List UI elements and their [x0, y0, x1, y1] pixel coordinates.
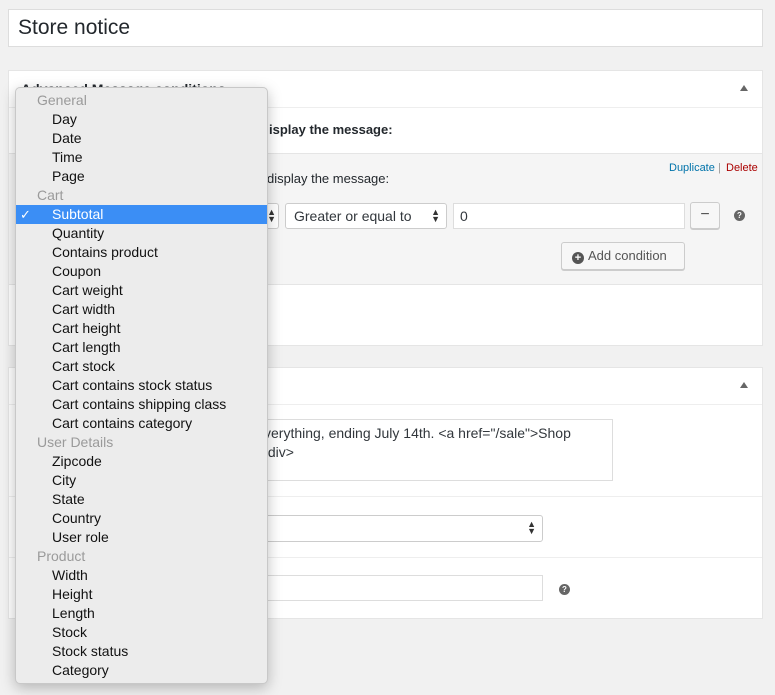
dropdown-group-label: User Details — [37, 434, 114, 450]
conditions-intro-text: isplay the message: — [269, 122, 393, 137]
dropdown-option[interactable]: Cart stock — [16, 357, 267, 376]
dropdown-option[interactable]: ✓ Subtotal — [16, 205, 267, 224]
delete-group-link[interactable]: Delete — [726, 162, 758, 174]
duplicate-group-link[interactable]: Duplicate — [669, 162, 715, 174]
dropdown-option[interactable]: Cart contains shipping class — [16, 395, 267, 414]
message-textarea[interactable] — [259, 419, 613, 481]
dropdown-option-label: Stock — [52, 624, 88, 640]
condition-type-dropdown-menu: General Day Date Time Page Cart ✓ Subtotal Quant… — [15, 87, 268, 684]
dropdown-option-label: Cart weight — [52, 282, 123, 298]
dropdown-option[interactable]: Country — [16, 509, 267, 528]
dropdown-option[interactable]: City — [16, 471, 267, 490]
dropdown-option[interactable]: Date — [16, 129, 267, 148]
dropdown-option-label: Date — [52, 130, 82, 146]
dropdown-option-label: Cart height — [52, 320, 121, 336]
dropdown-option-label: Page — [52, 168, 85, 184]
dropdown-option[interactable]: Width — [16, 566, 267, 585]
help-icon[interactable]: ? — [559, 584, 570, 595]
dropdown-option-label: State — [52, 491, 85, 507]
dropdown-option-label: Time — [52, 149, 83, 165]
select-arrows-icon: ▲ ▼ — [267, 207, 276, 224]
dropdown-option-label: Contains product — [52, 244, 158, 260]
dropdown-option-label: Cart contains category — [52, 415, 193, 431]
dropdown-option-label: Height — [52, 586, 93, 602]
dropdown-option-label: Width — [52, 567, 88, 583]
dropdown-option-label: Subtotal — [52, 206, 104, 222]
help-icon[interactable]: ? — [734, 210, 745, 221]
post-title-input[interactable]: Store notice — [8, 9, 763, 47]
dropdown-option[interactable]: Length — [16, 604, 267, 623]
dropdown-option-label: Stock status — [52, 643, 129, 659]
dropdown-group-label: Product — [37, 548, 86, 564]
dropdown-option[interactable]: Cart width — [16, 300, 267, 319]
remove-condition-button[interactable]: − — [690, 202, 720, 229]
link-separator: | — [718, 162, 721, 174]
dropdown-option-label: Zipcode — [52, 453, 102, 469]
condition-operator-value: Greater or equal to — [294, 208, 412, 224]
dropdown-option[interactable]: Stock — [16, 623, 267, 642]
dropdown-option[interactable]: Category — [16, 661, 267, 680]
dropdown-option[interactable]: Cart height — [16, 319, 267, 338]
dropdown-option[interactable]: Zipcode — [16, 452, 267, 471]
dropdown-option[interactable]: Height — [16, 585, 267, 604]
add-condition-label: Add condition — [588, 248, 667, 263]
dropdown-option-label: Country — [52, 510, 102, 526]
dropdown-option-label: City — [52, 472, 77, 488]
condition-value-input[interactable]: 0 — [453, 203, 685, 229]
dropdown-option[interactable]: Cart weight — [16, 281, 267, 300]
add-condition-button[interactable]: + Add condition — [561, 242, 685, 270]
dropdown-option[interactable]: Cart contains stock status — [16, 376, 267, 395]
dropdown-option-label: Coupon — [52, 263, 102, 279]
dropdown-option[interactable]: Day — [16, 110, 267, 129]
condition-group-intro: display the message: — [267, 171, 390, 186]
dropdown-option-label: Cart width — [52, 301, 116, 317]
dropdown-option[interactable]: Time — [16, 148, 267, 167]
collapse-toggle-icon[interactable] — [740, 85, 748, 91]
dropdown-option-label: Cart contains stock status — [52, 377, 213, 393]
dropdown-option-label: Day — [52, 111, 77, 127]
dropdown-group-label: Cart — [37, 187, 64, 203]
select-arrows-icon: ▲ ▼ — [431, 207, 440, 224]
dropdown-option-label: User role — [52, 529, 109, 545]
dropdown-option[interactable]: Coupon — [16, 262, 267, 281]
dropdown-option-label: Cart length — [52, 339, 121, 355]
dropdown-option[interactable]: Page — [16, 167, 267, 186]
dropdown-option[interactable]: State — [16, 490, 267, 509]
dropdown-option[interactable]: Stock status — [16, 642, 267, 661]
dropdown-option[interactable]: User role — [16, 528, 267, 547]
condition-operator-select[interactable]: Greater or equal to ▲ ▼ — [285, 203, 447, 229]
dropdown-option[interactable]: Contains product — [16, 243, 267, 262]
dropdown-group-label: General — [37, 92, 87, 108]
collapse-toggle-icon[interactable] — [740, 382, 748, 388]
dropdown-option-label: Cart contains shipping class — [52, 396, 227, 412]
dropdown-option-label: Length — [52, 605, 95, 621]
dropdown-option-label: Category — [52, 662, 109, 678]
dropdown-option[interactable]: Cart length — [16, 338, 267, 357]
dropdown-option[interactable]: Quantity — [16, 224, 267, 243]
checkmark-icon: ✓ — [20, 207, 31, 222]
message-text-input[interactable] — [259, 575, 543, 601]
select-arrows-icon: ▲ ▼ — [527, 519, 536, 536]
dropdown-option-label: Cart stock — [52, 358, 116, 374]
plus-circle-icon: + — [572, 252, 584, 264]
message-select[interactable]: ▲ ▼ — [259, 515, 543, 542]
dropdown-option-label: Quantity — [52, 225, 105, 241]
dropdown-option[interactable]: Cart contains category — [16, 414, 267, 433]
